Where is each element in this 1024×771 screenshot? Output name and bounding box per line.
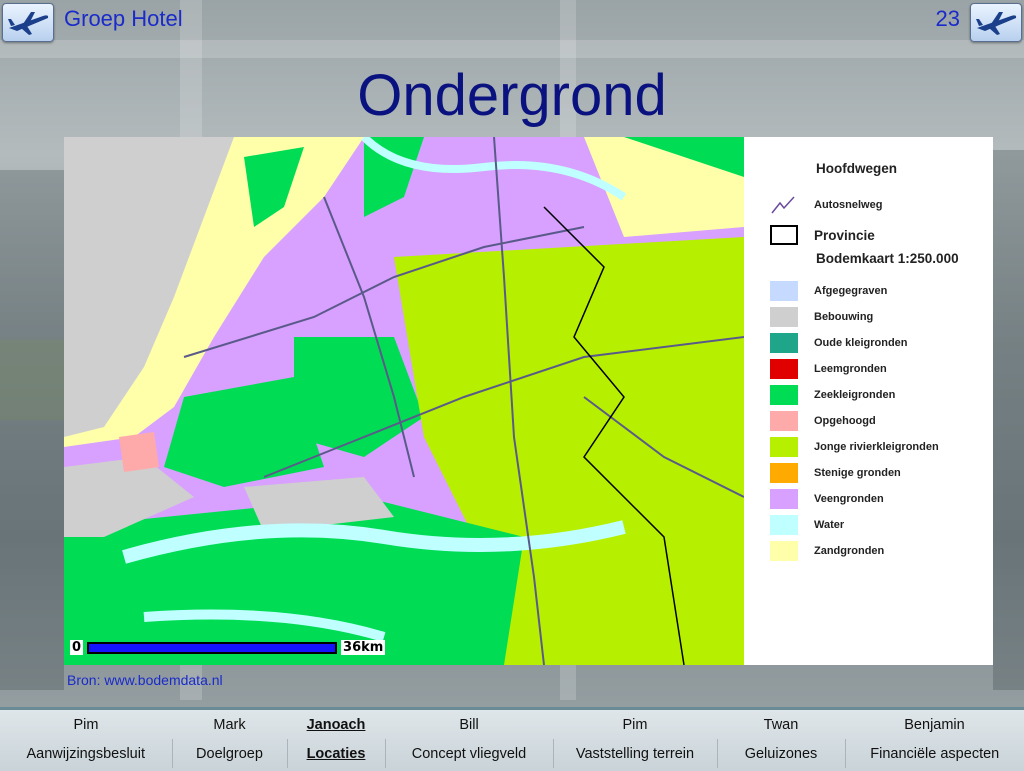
scale-start: 0 bbox=[70, 640, 84, 655]
legend-swatch bbox=[770, 541, 798, 561]
source-credit: Bron: www.bodemdata.nl bbox=[67, 672, 223, 688]
legend-swatch bbox=[770, 463, 798, 483]
header-title: Groep Hotel bbox=[64, 6, 183, 31]
legend-item-label: Veengronden bbox=[814, 493, 884, 505]
legend-item-label: Bebouwing bbox=[814, 311, 874, 323]
legend-item-label: Stenige gronden bbox=[814, 467, 901, 479]
nav-person-link[interactable]: Pim bbox=[0, 710, 172, 739]
scale-bar-line bbox=[87, 641, 338, 654]
page-number: 23 bbox=[935, 6, 960, 31]
slide-title: Ondergrond bbox=[357, 63, 667, 128]
motorway-symbol-icon bbox=[771, 196, 795, 214]
nav-topic-link[interactable]: Vaststelling terrein bbox=[552, 739, 717, 768]
legend-motorway-label: Autosnelweg bbox=[814, 199, 883, 211]
nav-topic-link[interactable]: Concept vliegveld bbox=[384, 739, 553, 768]
legend-item: Opgehoogd bbox=[770, 411, 876, 431]
legend-swatch bbox=[770, 489, 798, 509]
soil-map-graphic bbox=[64, 137, 744, 665]
airplane-icon[interactable] bbox=[970, 3, 1022, 42]
bottom-navigation: Pim Mark Janoach Bill Pim Twan Benjamin Aanwij… bbox=[0, 707, 1024, 771]
legend-item: Zandgronden bbox=[770, 541, 884, 561]
legend-item-label: Jonge rivierkleigronden bbox=[814, 441, 939, 453]
soil-map-figure: 0 36km Hoofdwegen Autosnelweg Provincie … bbox=[64, 137, 993, 665]
legend-item-label: Afgegegraven bbox=[814, 285, 888, 297]
legend-province: Provincie bbox=[770, 225, 875, 245]
legend-item: Oude kleigronden bbox=[770, 333, 908, 353]
legend-motorway: Autosnelweg bbox=[770, 195, 882, 215]
nav-person-link[interactable]: Bill bbox=[385, 710, 553, 739]
legend-province-label: Provincie bbox=[814, 227, 875, 243]
legend-soil-heading: Bodemkaart 1:250.000 bbox=[816, 251, 959, 266]
province-symbol-icon bbox=[770, 225, 798, 245]
legend-item: Bebouwing bbox=[770, 307, 873, 327]
legend-swatch bbox=[770, 307, 798, 327]
nav-topic-link[interactable]: Doelgroep bbox=[171, 739, 287, 768]
legend-item: Water bbox=[770, 515, 844, 535]
legend-item: Afgegegraven bbox=[770, 281, 887, 301]
legend-item-label: Zandgronden bbox=[814, 545, 885, 557]
legend-item: Leemgronden bbox=[770, 359, 887, 379]
nav-topic-link[interactable]: Financiële aspecten bbox=[844, 739, 1024, 768]
legend-item: Zeekleigronden bbox=[770, 385, 895, 405]
map-legend: Hoofdwegen Autosnelweg Provincie Bodemka… bbox=[744, 137, 993, 665]
nav-person-link[interactable]: Janoach bbox=[287, 710, 385, 739]
nav-person-link[interactable]: Twan bbox=[717, 710, 845, 739]
legend-roads-heading: Hoofdwegen bbox=[816, 161, 897, 176]
legend-swatch bbox=[770, 333, 798, 353]
soil-map: 0 36km bbox=[64, 137, 744, 665]
legend-item-label: Zeekleigronden bbox=[814, 389, 896, 401]
legend-swatch bbox=[770, 411, 798, 431]
nav-person-link[interactable]: Benjamin bbox=[845, 710, 1024, 739]
legend-item: Veengronden bbox=[770, 489, 884, 509]
scale-bar: 0 36km bbox=[70, 640, 386, 655]
legend-item-label: Oude kleigronden bbox=[814, 337, 908, 349]
nav-person-link[interactable]: Pim bbox=[553, 710, 717, 739]
legend-item-label: Opgehoogd bbox=[814, 415, 876, 427]
airplane-icon[interactable] bbox=[2, 3, 54, 42]
legend-swatch bbox=[770, 359, 798, 379]
legend-item: Jonge rivierkleigronden bbox=[770, 437, 939, 457]
nav-topic-link[interactable]: Aanwijzingsbesluit bbox=[0, 739, 172, 768]
nav-topic-link[interactable]: Locaties bbox=[286, 739, 385, 768]
legend-swatch bbox=[770, 437, 798, 457]
legend-item-label: Leemgronden bbox=[814, 363, 887, 375]
legend-item: Stenige gronden bbox=[770, 463, 901, 483]
legend-swatch bbox=[770, 385, 798, 405]
scale-end: 36km bbox=[341, 640, 386, 655]
legend-swatch bbox=[770, 281, 798, 301]
legend-item-label: Water bbox=[814, 519, 845, 531]
nav-topic-link[interactable]: Geluizones bbox=[716, 739, 845, 768]
legend-swatch bbox=[770, 515, 798, 535]
nav-person-link[interactable]: Mark bbox=[172, 710, 287, 739]
